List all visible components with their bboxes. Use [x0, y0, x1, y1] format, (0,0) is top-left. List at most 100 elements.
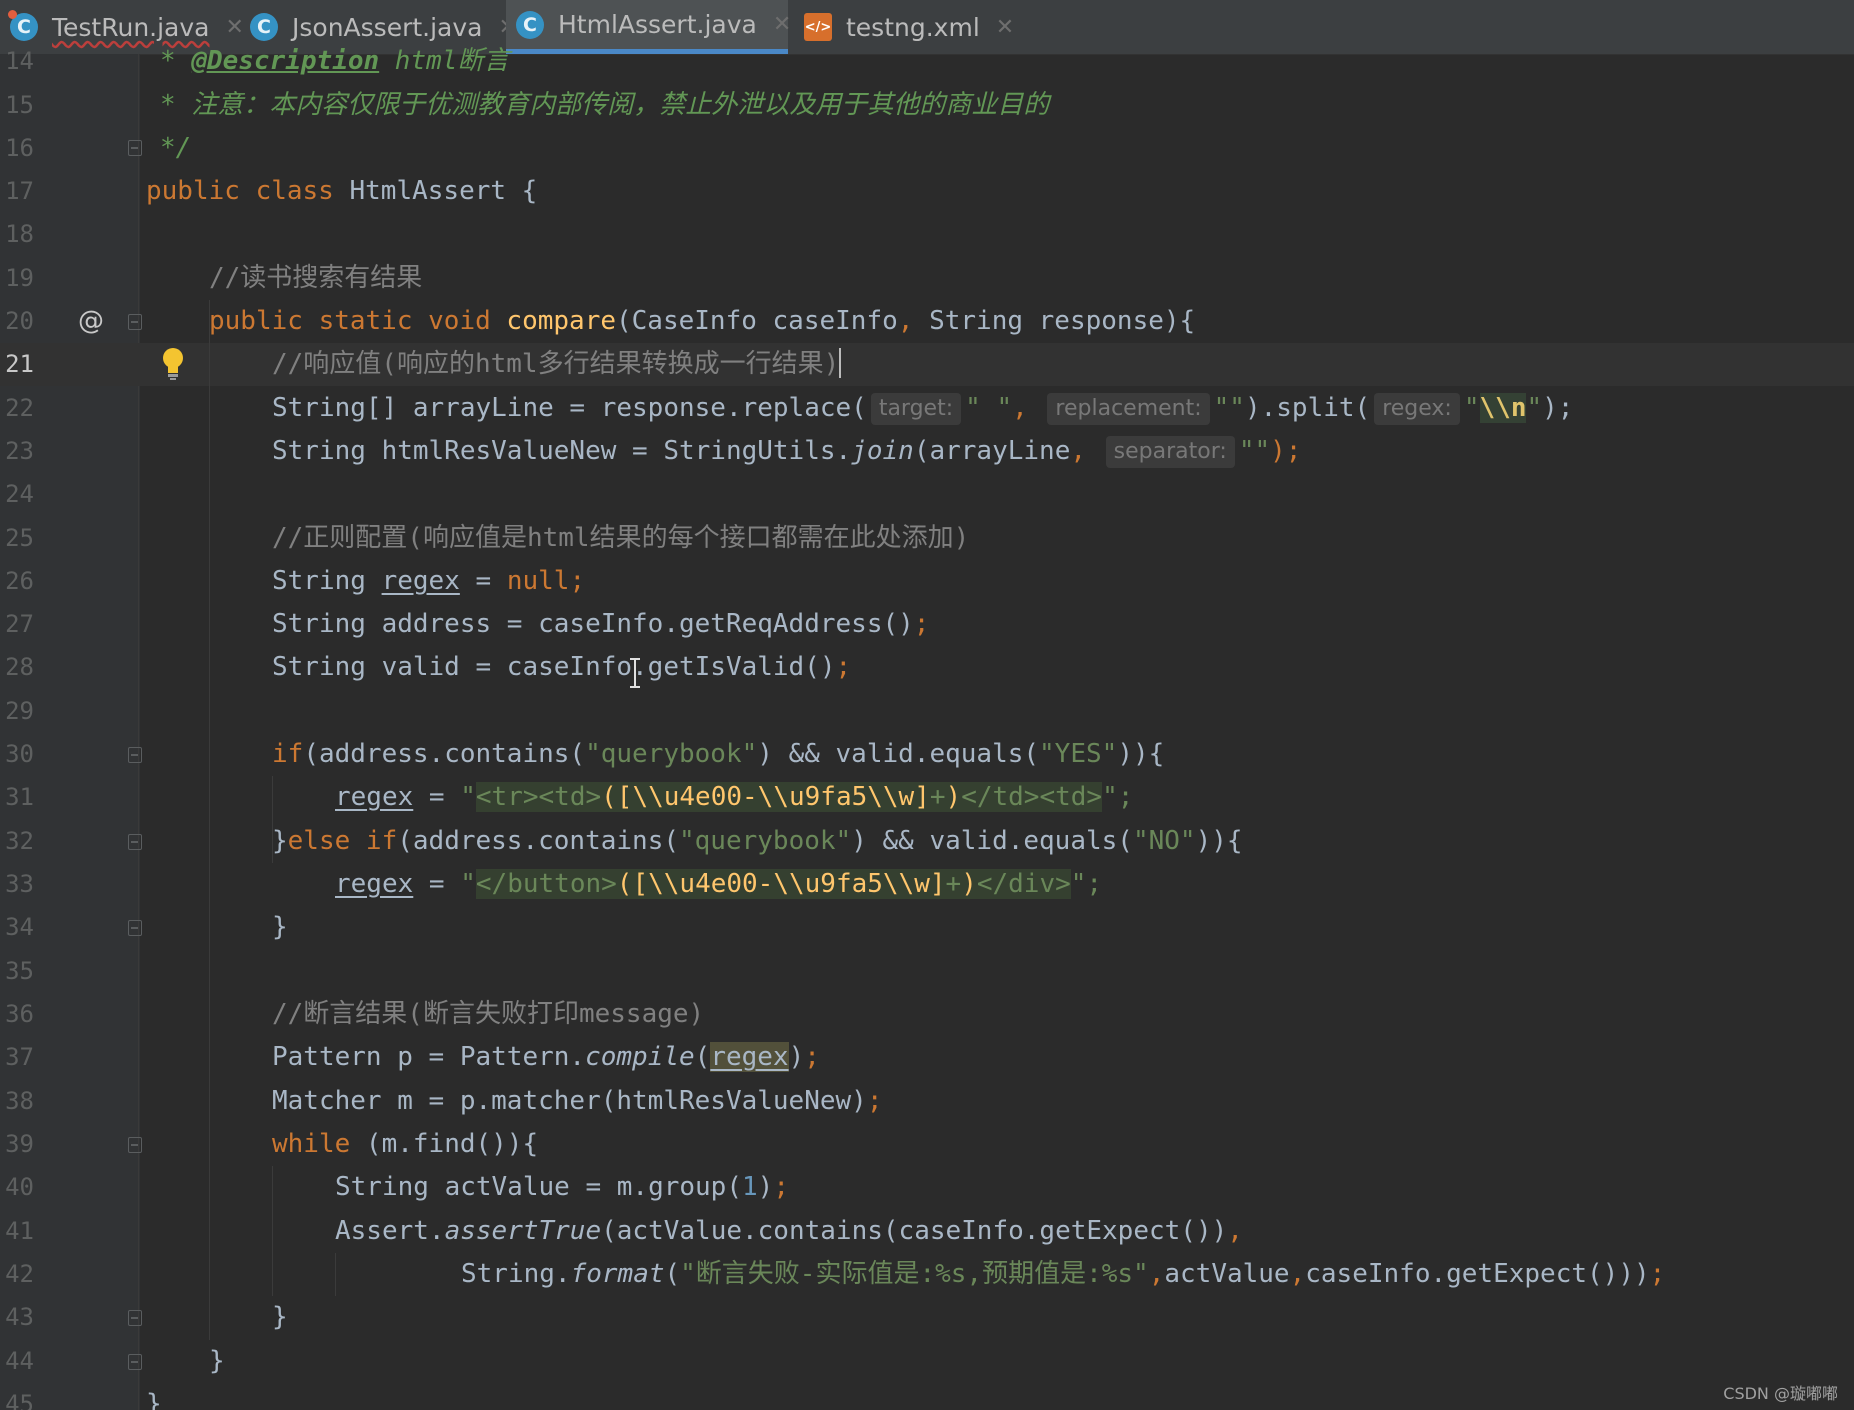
line-number: 44 — [5, 1347, 34, 1375]
lightbulb-icon[interactable] — [162, 347, 184, 381]
javadoc-text: */ — [160, 133, 192, 163]
code-line: 39 while (m.find()){ — [0, 1123, 1854, 1166]
line-number: 22 — [5, 394, 34, 422]
line-number: 17 — [5, 177, 34, 205]
comment: //正则配置(响应值是html结果的每个接口都需在此处添加) — [272, 523, 970, 553]
code-line: 32 }else if(address.contains("querybook"… — [0, 820, 1854, 863]
fold-marker-icon[interactable] — [128, 314, 142, 330]
string-literal: " — [460, 782, 476, 812]
java-class-icon: C — [250, 13, 278, 41]
code-text: (actValue.contains(caseInfo.getExpect()) — [601, 1216, 1228, 1246]
escape-sequence: \\n — [1479, 393, 1527, 423]
code-text: String actValue = m.group( — [335, 1172, 742, 1202]
code-text: ); — [1542, 393, 1574, 423]
override-method-icon[interactable]: @ — [78, 300, 104, 343]
regex-literal: <tr><td> — [475, 782, 602, 812]
keyword: else if — [287, 826, 398, 856]
string-literal: "querybook" — [679, 826, 852, 856]
code-text: String[] arrayLine = response.replace( — [272, 393, 867, 423]
line-number: 16 — [5, 134, 34, 162]
line-number: 43 — [5, 1303, 34, 1331]
regex-group: ([\\u4e00-\\u9fa5\\w] — [601, 782, 930, 812]
line-number: 19 — [5, 264, 34, 292]
code-text: (address.contains( — [303, 739, 586, 769]
string-literal: " " — [965, 393, 1013, 423]
fold-marker-icon[interactable] — [128, 140, 142, 156]
line-number: 45 — [5, 1390, 34, 1410]
punctuation: , — [1289, 1259, 1306, 1289]
code-text: String htmlResValueNew = StringUtils. — [272, 436, 852, 466]
code-text: String address = caseInfo.getReqAddress(… — [272, 609, 914, 639]
text-caret — [839, 348, 842, 378]
close-icon[interactable]: ✕ — [773, 12, 791, 37]
fold-marker-icon[interactable] — [128, 920, 142, 936]
code-text: = — [413, 869, 461, 899]
code-line: 42 String.format("断言失败-实际值是:%s,预期值是:%s",… — [0, 1253, 1854, 1296]
code-text: = — [459, 566, 507, 596]
code-line: 20 public static void compare(CaseInfo c… — [0, 300, 1854, 343]
punctuation: , — [897, 306, 930, 336]
punctuation: ; — [866, 1086, 883, 1116]
fold-marker-icon[interactable] — [128, 1310, 142, 1326]
line-number: 33 — [5, 870, 34, 898]
code-text: caseInfo.getExpect())) — [1305, 1259, 1650, 1289]
string-literal: "querybook" — [585, 739, 758, 769]
text-cursor-icon — [630, 658, 640, 688]
line-number: 23 — [5, 437, 34, 465]
regex-injection: </button>([\\u4e00-\\u9fa5\\w]+)</div> — [475, 869, 1071, 899]
string-literal: "" — [1238, 436, 1271, 466]
code-text: Assert. — [335, 1216, 445, 1246]
code-line: 23 String htmlResValueNew = StringUtils.… — [0, 430, 1854, 473]
number-literal: 1 — [742, 1172, 758, 1202]
parameter-hint: replacement: — [1047, 393, 1210, 425]
javadoc-text: * — [160, 46, 192, 76]
code-line: 33 regex = "</button>([\\u4e00-\\u9fa5\\… — [0, 863, 1854, 906]
line-number: 28 — [5, 653, 34, 681]
string-literal: "断言失败-实际值是:%s,预期值是:%s" — [680, 1259, 1149, 1289]
java-class-icon: C — [516, 10, 544, 39]
line-number: 37 — [5, 1043, 34, 1071]
close-icon[interactable]: ✕ — [996, 15, 1014, 40]
string-literal: "YES" — [1039, 739, 1118, 769]
regex-injection: <tr><td>([\\u4e00-\\u9fa5\\w]+)</td><td> — [475, 782, 1103, 812]
line-number: 24 — [5, 480, 34, 508]
code-line: 18 — [0, 213, 1854, 256]
line-number: 15 — [5, 91, 34, 119]
variable-reassigned: regex — [335, 869, 414, 899]
keyword: if — [272, 739, 304, 769]
line-number: 29 — [5, 697, 34, 725]
keyword: public class — [146, 176, 350, 206]
static-method: format — [570, 1259, 665, 1289]
code-line: 26 String regex = null; — [0, 560, 1854, 603]
code-line: 16 */ — [0, 127, 1854, 170]
punctuation: , — [1227, 1216, 1243, 1246]
java-class-icon: C — [8, 10, 38, 41]
code-text: } — [272, 912, 288, 942]
fold-marker-icon[interactable] — [128, 834, 142, 850]
punctuation: ; — [913, 609, 930, 639]
fold-marker-icon[interactable] — [128, 747, 142, 763]
regex-literal: </td><td> — [961, 782, 1103, 812]
fold-marker-icon[interactable] — [128, 1354, 142, 1370]
string-literal: "NO" — [1132, 826, 1196, 856]
line-number: 21 — [5, 350, 34, 378]
fold-marker-icon[interactable] — [128, 1137, 142, 1153]
regex-quantifier: + — [929, 782, 946, 812]
code-text: ( — [664, 1259, 681, 1289]
code-line: 34 } — [0, 906, 1854, 949]
code-text: (CaseInfo caseInfo — [616, 306, 898, 336]
code-text: ( — [694, 1042, 711, 1072]
punctuation: ); — [1270, 436, 1302, 466]
regex-group: ) — [961, 869, 977, 899]
indent-guide — [209, 300, 210, 1340]
string-literal: "; — [1102, 782, 1134, 812]
indent-guide — [272, 1166, 273, 1296]
keyword: null; — [506, 566, 586, 596]
line-number: 42 — [5, 1260, 34, 1288]
indent-guide — [335, 1253, 336, 1296]
tab-label: JsonAssert.java — [292, 12, 483, 42]
watermark: CSDN @璇嘟嘟 — [1723, 1384, 1838, 1403]
code-line: 36 //断言结果(断言失败打印message) — [0, 993, 1854, 1036]
code-line: 17 public class HtmlAssert { — [0, 170, 1854, 213]
code-line: 41 Assert.assertTrue(actValue.contains(c… — [0, 1210, 1854, 1253]
